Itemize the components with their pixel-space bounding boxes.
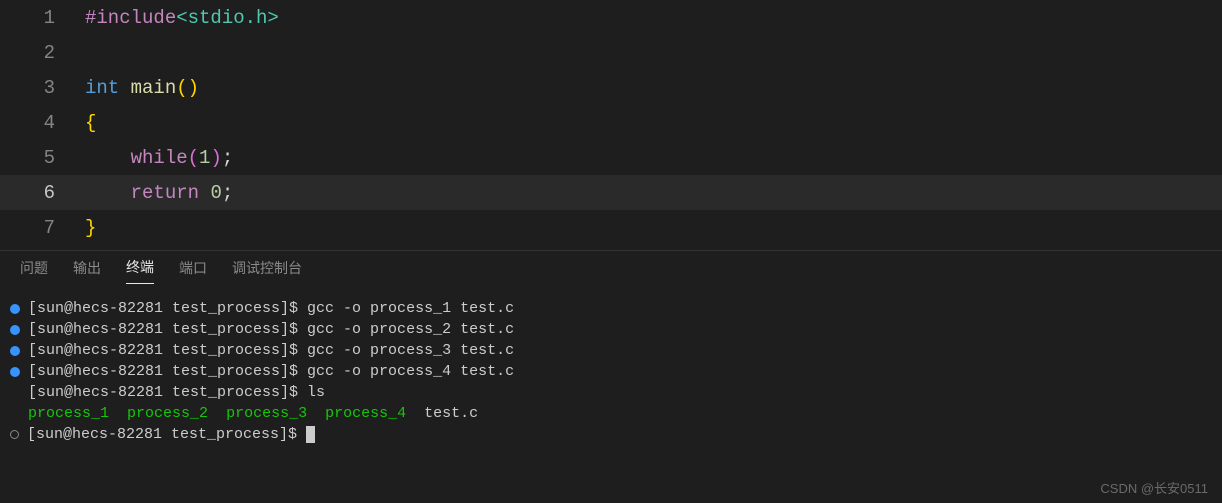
ls-executable: process_3 (226, 403, 307, 424)
code-line[interactable]: 1#include<stdio.h> (0, 0, 1222, 35)
panel-tab-端口[interactable]: 端口 (179, 258, 207, 284)
code-content[interactable]: { (85, 112, 1222, 134)
code-line[interactable]: 2 (0, 35, 1222, 70)
terminal-prompt: [sun@hecs-82281 test_process]$ (27, 424, 306, 445)
terminal-line: [sun@hecs-82281 test_process]$ gcc -o pr… (10, 361, 1212, 382)
code-line[interactable]: 7} (0, 210, 1222, 245)
code-content[interactable]: return 0; (85, 182, 1222, 204)
terminal-line: [sun@hecs-82281 test_process]$ gcc -o pr… (10, 298, 1212, 319)
terminal-command: gcc -o process_2 test.c (307, 319, 514, 340)
code-line[interactable]: 3int main() (0, 70, 1222, 105)
line-number: 3 (0, 77, 85, 99)
terminal-bullet-outline-icon (10, 430, 19, 439)
code-editor[interactable]: 1#include<stdio.h>23int main()4{5 while(… (0, 0, 1222, 250)
line-number: 6 (0, 182, 85, 204)
terminal-output-line: process_1 process_2 process_3 process_4 … (10, 403, 1212, 424)
panel-tab-终端[interactable]: 终端 (126, 257, 154, 284)
code-content[interactable]: int main() (85, 77, 1222, 99)
ls-executable: process_4 (325, 403, 406, 424)
terminal-prompt: [sun@hecs-82281 test_process]$ (28, 382, 307, 403)
code-line[interactable]: 5 while(1); (0, 140, 1222, 175)
panel-tab-调试控制台[interactable]: 调试控制台 (232, 258, 302, 284)
terminal-command: gcc -o process_3 test.c (307, 340, 514, 361)
terminal-line: [sun@hecs-82281 test_process]$ gcc -o pr… (10, 319, 1212, 340)
code-content[interactable]: #include<stdio.h> (85, 7, 1222, 29)
code-content[interactable]: } (85, 217, 1222, 239)
line-number: 5 (0, 147, 85, 169)
terminal-bullet-icon (10, 367, 20, 377)
terminal-prompt: [sun@hecs-82281 test_process]$ (28, 319, 307, 340)
terminal-cursor (306, 426, 315, 443)
line-number: 4 (0, 112, 85, 134)
terminal-line: [sun@hecs-82281 test_process]$ ls (10, 382, 1212, 403)
terminal-bullet-icon (10, 346, 20, 356)
terminal-line: [sun@hecs-82281 test_process]$ gcc -o pr… (10, 340, 1212, 361)
terminal-input-line[interactable]: [sun@hecs-82281 test_process]$ (10, 424, 1212, 445)
watermark-text: CSDN @长安0511 (1100, 478, 1208, 497)
terminal-command: gcc -o process_1 test.c (307, 298, 514, 319)
code-content[interactable]: while(1); (85, 147, 1222, 169)
terminal-prompt: [sun@hecs-82281 test_process]$ (28, 340, 307, 361)
terminal-command: gcc -o process_4 test.c (307, 361, 514, 382)
line-number: 2 (0, 42, 85, 64)
terminal-bullet-icon (10, 325, 20, 335)
panel-tab-问题[interactable]: 问题 (20, 258, 48, 284)
panel-tab-bar: 问题输出终端端口调试控制台 (0, 250, 1222, 290)
code-line[interactable]: 6 return 0; (0, 175, 1222, 210)
line-number: 1 (0, 7, 85, 29)
terminal-bullet-icon (10, 304, 20, 314)
ls-executable: process_2 (127, 403, 208, 424)
ls-executable: process_1 (28, 403, 109, 424)
panel-tab-输出[interactable]: 输出 (73, 258, 101, 284)
line-number: 7 (0, 217, 85, 239)
terminal-panel[interactable]: [sun@hecs-82281 test_process]$ gcc -o pr… (0, 290, 1222, 453)
code-line[interactable]: 4{ (0, 105, 1222, 140)
terminal-command: ls (307, 382, 325, 403)
ls-file: test.c (424, 403, 478, 424)
terminal-prompt: [sun@hecs-82281 test_process]$ (28, 298, 307, 319)
terminal-prompt: [sun@hecs-82281 test_process]$ (28, 361, 307, 382)
